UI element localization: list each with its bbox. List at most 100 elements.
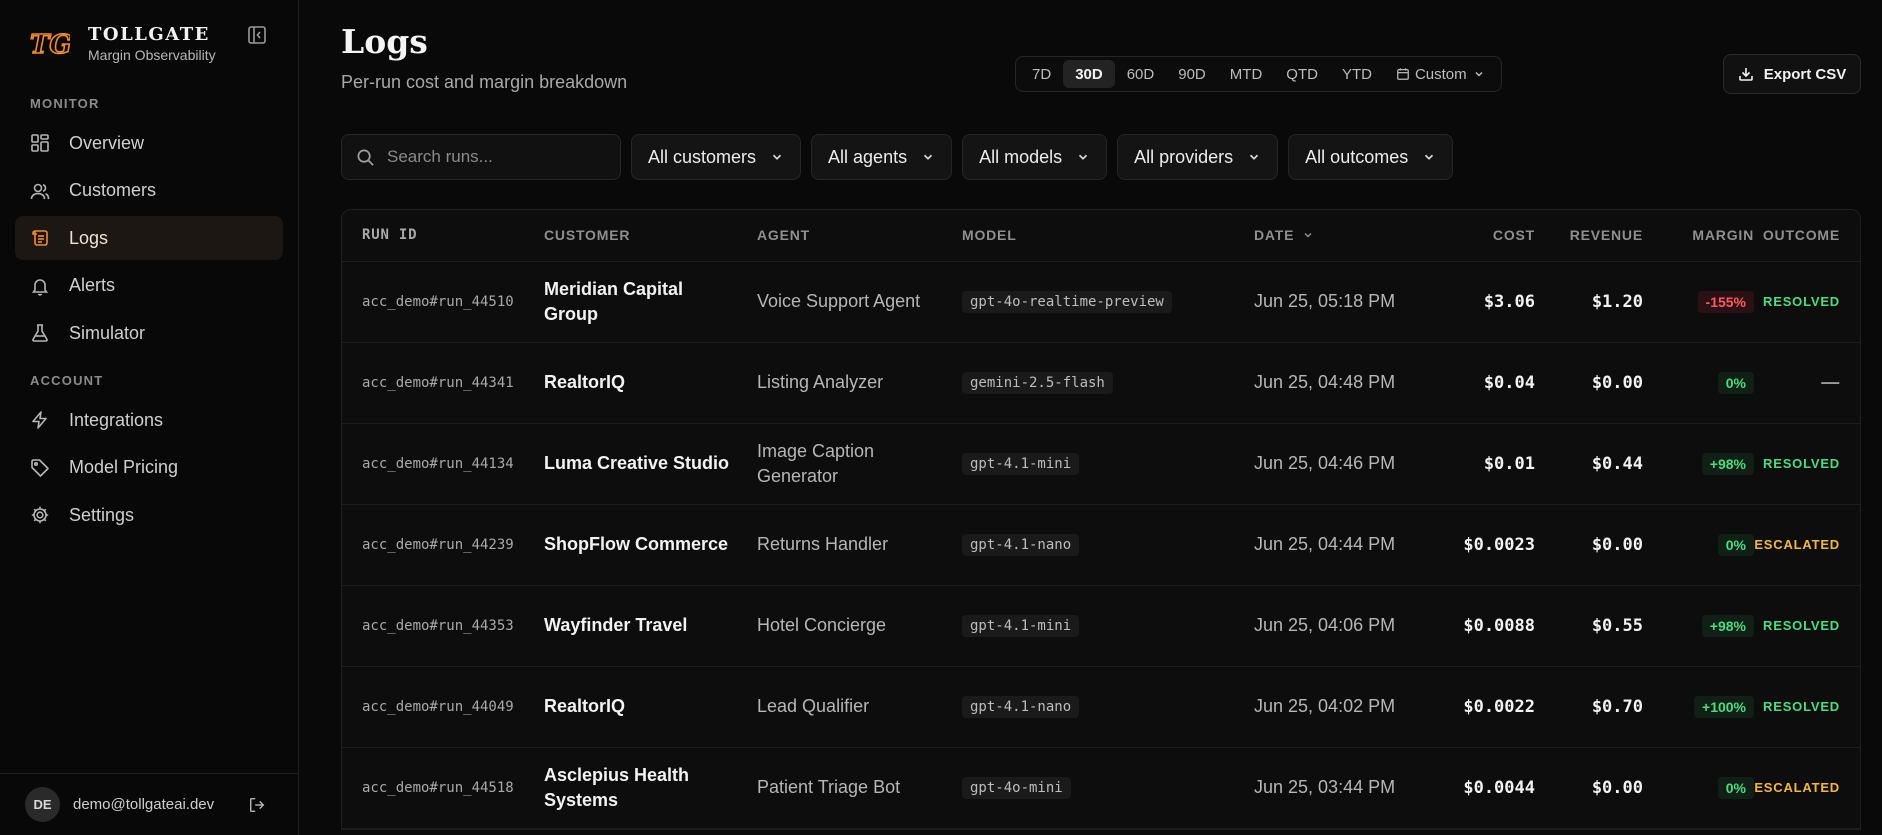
sidebar-item-alerts[interactable]: Alerts: [15, 264, 283, 308]
logout-icon: [249, 797, 265, 813]
collapse-sidebar-button[interactable]: [246, 24, 268, 46]
outcomes-filter[interactable]: All outcomes: [1288, 134, 1454, 180]
margin-cell: 0%: [1643, 504, 1754, 586]
model-cell: gpt-4.1-mini: [962, 585, 1254, 667]
cost-cell: $0.0088: [1404, 585, 1535, 667]
logs-table: RUN ID CUSTOMER AGENT MODEL DATE COST RE…: [342, 210, 1860, 829]
table-row[interactable]: acc_demo#run_44341 RealtorIQ Listing Analy…: [342, 342, 1860, 424]
table-row[interactable]: acc_demo#run_44049 RealtorIQ Lead Qualifie…: [342, 666, 1860, 748]
chevron-down-icon: [770, 150, 784, 164]
table-row[interactable]: acc_demo#run_44510 Meridian Capital Group…: [342, 261, 1860, 343]
range-30d-button[interactable]: 30D: [1063, 60, 1115, 88]
date-cell: Jun 25, 04:48 PM: [1254, 342, 1404, 424]
table-row[interactable]: acc_demo#run_44518 Asclepius Health Syste…: [342, 747, 1860, 829]
revenue-cell: $0.55: [1535, 585, 1643, 667]
gear-icon: [30, 505, 50, 525]
table-body: acc_demo#run_44510 Meridian Capital Group…: [342, 261, 1860, 829]
sidebar-item-logs[interactable]: Logs: [15, 216, 283, 260]
date-cell: Jun 25, 04:02 PM: [1254, 666, 1404, 748]
agent-cell: Lead Qualifier: [757, 666, 962, 748]
model-chip: gpt-4o-realtime-preview: [962, 291, 1172, 313]
range-custom-button[interactable]: Custom: [1384, 60, 1497, 88]
table-row[interactable]: acc_demo#run_44353 Wayfinder Travel Hotel …: [342, 585, 1860, 667]
calendar-icon: [1396, 67, 1410, 81]
date-cell: Jun 25, 04:44 PM: [1254, 504, 1404, 586]
page-subtitle: Per-run cost and margin breakdown: [341, 72, 628, 92]
sidebar-item-overview[interactable]: Overview: [15, 121, 283, 165]
sidebar-item-integrations[interactable]: Integrations: [15, 398, 283, 442]
run-id-cell: acc_demo#run_44510: [342, 261, 544, 343]
user-footer: DE demo@tollgateai.dev: [0, 773, 298, 835]
sidebar-item-label: Model Pricing: [69, 457, 179, 477]
nav-account: Integrations Model Pricing Settings: [0, 398, 298, 537]
table-row[interactable]: acc_demo#run_44134 Luma Creative Studio Im…: [342, 423, 1860, 505]
margin-cell: +100%: [1643, 666, 1754, 748]
revenue-cell: $0.00: [1535, 504, 1643, 586]
date-cell: Jun 25, 03:44 PM: [1254, 747, 1404, 829]
range-90d-button[interactable]: 90D: [1166, 60, 1218, 88]
svg-text:TG: TG: [30, 30, 70, 59]
models-filter[interactable]: All models: [962, 134, 1108, 180]
margin-badge: +98%: [1701, 614, 1754, 637]
user-email: demo@tollgateai.dev: [73, 796, 215, 813]
flask-icon: [30, 323, 50, 343]
range-qtd-button[interactable]: QTD: [1274, 60, 1330, 88]
users-icon: [30, 181, 50, 201]
sidebar-item-customers[interactable]: Customers: [15, 169, 283, 213]
column-header-margin[interactable]: MARGIN: [1643, 210, 1754, 262]
outcome-cell: —: [1754, 342, 1860, 424]
scroll-icon: [30, 228, 50, 248]
column-header-cost[interactable]: COST: [1404, 210, 1535, 262]
model-cell: gpt-4o-realtime-preview: [962, 261, 1254, 343]
chevron-down-icon: [1473, 68, 1485, 80]
column-header-run-id[interactable]: RUN ID: [342, 210, 544, 262]
table-row[interactable]: acc_demo#run_44239 ShopFlow Commerce Retur…: [342, 504, 1860, 586]
range-mtd-button[interactable]: MTD: [1218, 60, 1275, 88]
export-csv-button[interactable]: Export CSV: [1723, 54, 1861, 94]
providers-filter[interactable]: All providers: [1117, 134, 1279, 180]
avatar[interactable]: DE: [25, 787, 60, 822]
logout-button[interactable]: [246, 794, 268, 816]
main-content: Logs Per-run cost and margin breakdown 7…: [299, 0, 1882, 835]
agents-filter[interactable]: All agents: [811, 134, 953, 180]
column-header-customer[interactable]: CUSTOMER: [544, 210, 757, 262]
model-chip: gpt-4.1-mini: [962, 453, 1080, 475]
revenue-cell: $0.00: [1535, 747, 1643, 829]
search-icon: [357, 149, 374, 166]
model-chip: gemini-2.5-flash: [962, 372, 1113, 394]
range-7d-button[interactable]: 7D: [1020, 60, 1063, 88]
customers-filter-label: All customers: [648, 146, 757, 167]
chevron-down-icon: [1076, 150, 1090, 164]
customers-filter[interactable]: All customers: [631, 134, 802, 180]
agents-filter-label: All agents: [828, 146, 908, 167]
model-chip: gpt-4.1-nano: [962, 534, 1080, 556]
margin-cell: +98%: [1643, 423, 1754, 505]
column-header-revenue[interactable]: REVENUE: [1535, 210, 1643, 262]
model-chip: gpt-4.1-nano: [962, 696, 1080, 718]
search-input[interactable]: [387, 147, 607, 167]
search-box: [341, 134, 621, 180]
revenue-cell: $0.70: [1535, 666, 1643, 748]
column-header-date[interactable]: DATE: [1254, 210, 1404, 262]
logs-table-container: RUN ID CUSTOMER AGENT MODEL DATE COST RE…: [341, 209, 1861, 830]
column-header-agent[interactable]: AGENT: [757, 210, 962, 262]
margin-badge: 0%: [1717, 371, 1754, 394]
cost-cell: $0.0022: [1404, 666, 1535, 748]
sidebar-item-settings[interactable]: Settings: [15, 493, 283, 537]
sidebar-item-model-pricing[interactable]: Model Pricing: [15, 446, 283, 490]
margin-badge: +100%: [1694, 695, 1754, 718]
column-header-outcome[interactable]: OUTCOME: [1754, 210, 1860, 262]
tag-icon: [30, 458, 50, 478]
outcome-cell: RESOLVED: [1754, 423, 1860, 505]
column-header-date-label: DATE: [1254, 226, 1295, 243]
sidebar-item-simulator[interactable]: Simulator: [15, 311, 283, 355]
margin-badge: 0%: [1717, 533, 1754, 556]
column-header-model[interactable]: MODEL: [962, 210, 1254, 262]
range-ytd-button[interactable]: YTD: [1330, 60, 1384, 88]
chevron-down-icon: [921, 150, 935, 164]
range-60d-button[interactable]: 60D: [1115, 60, 1167, 88]
tollgate-logo: TG: [30, 29, 70, 59]
customer-cell: RealtorIQ: [544, 342, 757, 424]
outcome-cell: ESCALATED: [1754, 504, 1860, 586]
customer-cell: Wayfinder Travel: [544, 585, 757, 667]
